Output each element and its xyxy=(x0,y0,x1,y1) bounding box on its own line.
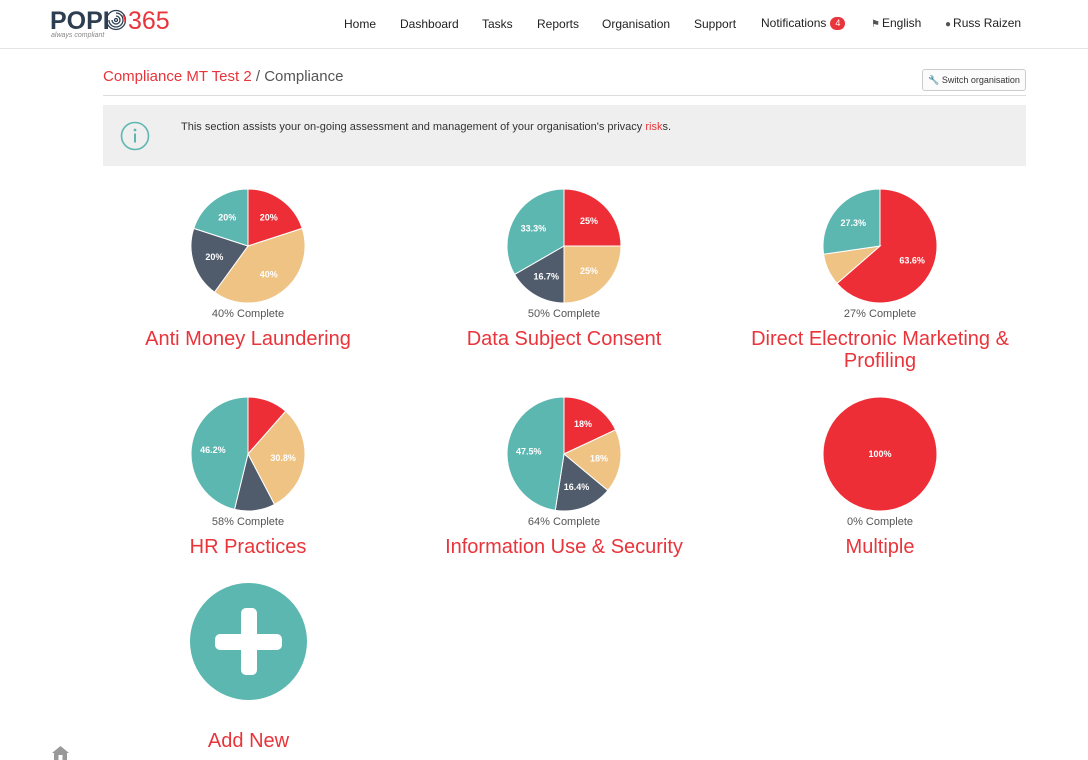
pie-slice-label: 27.3% xyxy=(841,218,867,228)
nav-support[interactable]: Support xyxy=(694,16,736,32)
compliance-card[interactable]: 30.8% 46.2% 58% Complete HR Practices xyxy=(90,396,406,558)
card-title: Anti Money Laundering xyxy=(145,328,351,350)
pie-slice-label: 63.6% xyxy=(899,256,925,266)
pie-slice-label: 46.2% xyxy=(200,445,226,455)
breadcrumb-divider xyxy=(103,95,1026,96)
breadcrumb-org-link[interactable]: Compliance MT Test 2 xyxy=(103,68,252,85)
info-text: This section assists your on-going asses… xyxy=(181,120,671,134)
pie-slice-label: 25% xyxy=(580,266,598,276)
pie-slice-label: 18% xyxy=(574,419,592,429)
compliance-card[interactable]: 63.6% 27.3% 27% Complete Direct Electroni… xyxy=(722,188,1038,372)
pie-chart: 20% 40% 20% 20% xyxy=(190,188,306,304)
info-icon xyxy=(120,121,150,151)
breadcrumb-separator: / xyxy=(251,68,265,85)
home-icon[interactable] xyxy=(52,746,69,760)
add-new-label[interactable]: Add New xyxy=(100,730,397,752)
compliance-card[interactable]: 25% 25% 16.7% 33.3% 50% Complete Data Subje… xyxy=(406,188,722,350)
pie-slice-label: 47.5% xyxy=(516,446,542,456)
user-name: Russ Raizen xyxy=(953,16,1022,30)
nav-user[interactable]: ● Russ Raizen xyxy=(945,15,1021,33)
completion-text: 64% Complete xyxy=(527,516,601,528)
pie-slice-label: 16.4% xyxy=(564,482,590,492)
notifications-badge: 4 xyxy=(830,17,846,30)
info-box: This section assists your on-going asses… xyxy=(103,105,1026,166)
card-title: Information Use & Security xyxy=(445,536,683,558)
wrench-icon: 🔧 xyxy=(928,75,940,85)
pie-slice-label: 33.3% xyxy=(521,223,547,233)
top-navbar: POPI 365 always compliant Home Dashboard… xyxy=(0,0,1088,49)
notifications-label: Notifications xyxy=(761,16,827,30)
pie-slice-label: 100% xyxy=(868,449,891,459)
pie-chart: 63.6% 27.3% xyxy=(822,188,938,304)
card-title: Data Subject Consent xyxy=(466,328,662,350)
user-icon: ● xyxy=(945,19,952,30)
nav-tasks[interactable]: Tasks xyxy=(482,16,513,32)
language-label: English xyxy=(881,16,922,30)
completion-text: 50% Complete xyxy=(527,308,601,320)
main-nav: Home Dashboard Tasks Reports Organisatio… xyxy=(0,0,1088,48)
pie-chart: 18% 18% 16.4% 47.5% xyxy=(506,396,622,512)
compliance-card[interactable]: 100% 0% Complete Multiple xyxy=(722,396,1038,558)
completion-text: 40% Complete xyxy=(211,308,285,320)
pie-slice-label: 30.8% xyxy=(270,453,296,463)
nav-organisation[interactable]: Organisation xyxy=(602,16,670,32)
breadcrumb: Compliance MT Test 2 / Compliance xyxy=(103,68,343,86)
language-icon: ⚑ xyxy=(871,19,880,30)
info-text-end: s. xyxy=(662,121,672,133)
pie-chart: 30.8% 46.2% xyxy=(190,396,306,512)
card-title: HR Practices xyxy=(189,536,307,558)
nav-dashboard[interactable]: Dashboard xyxy=(400,16,459,32)
nav-home[interactable]: Home xyxy=(344,16,376,32)
add-new-button[interactable] xyxy=(190,583,307,700)
switch-organisation-label: Switch organisation xyxy=(941,75,1020,85)
pie-slice-label: 16.7% xyxy=(534,272,560,282)
card-title: Multiple xyxy=(845,536,915,558)
breadcrumb-current: Compliance xyxy=(264,68,344,85)
completion-text: 27% Complete xyxy=(843,308,917,320)
info-text-main: This section assists your on-going asses… xyxy=(181,121,646,133)
switch-organisation-button[interactable]: 🔧 Switch organisation xyxy=(922,69,1026,91)
info-risk-link[interactable]: risk xyxy=(645,121,662,133)
pie-chart: 25% 25% 16.7% 33.3% xyxy=(506,188,622,304)
pie-slice-label: 20% xyxy=(205,252,223,262)
card-title: Direct Electronic Marketing & Profiling xyxy=(751,328,1009,372)
nav-notifications[interactable]: Notifications 4 xyxy=(761,15,846,31)
pie-slice-label: 20% xyxy=(260,212,278,222)
pie-slice-label: 25% xyxy=(580,216,598,226)
pie-chart: 100% xyxy=(822,396,938,512)
completion-text: 0% Complete xyxy=(846,516,914,528)
nav-language[interactable]: ⚑ English xyxy=(871,15,921,33)
nav-reports[interactable]: Reports xyxy=(537,16,579,32)
compliance-card[interactable]: 20% 40% 20% 20% 40% Complete Anti Money Lau… xyxy=(90,188,406,350)
compliance-card[interactable]: 18% 18% 16.4% 47.5% 64% Complete Informatio… xyxy=(406,396,722,558)
pie-slice-label: 18% xyxy=(590,453,608,463)
pie-slice-label: 40% xyxy=(260,270,278,280)
completion-text: 58% Complete xyxy=(211,516,285,528)
pie-slice-label: 20% xyxy=(218,212,236,222)
